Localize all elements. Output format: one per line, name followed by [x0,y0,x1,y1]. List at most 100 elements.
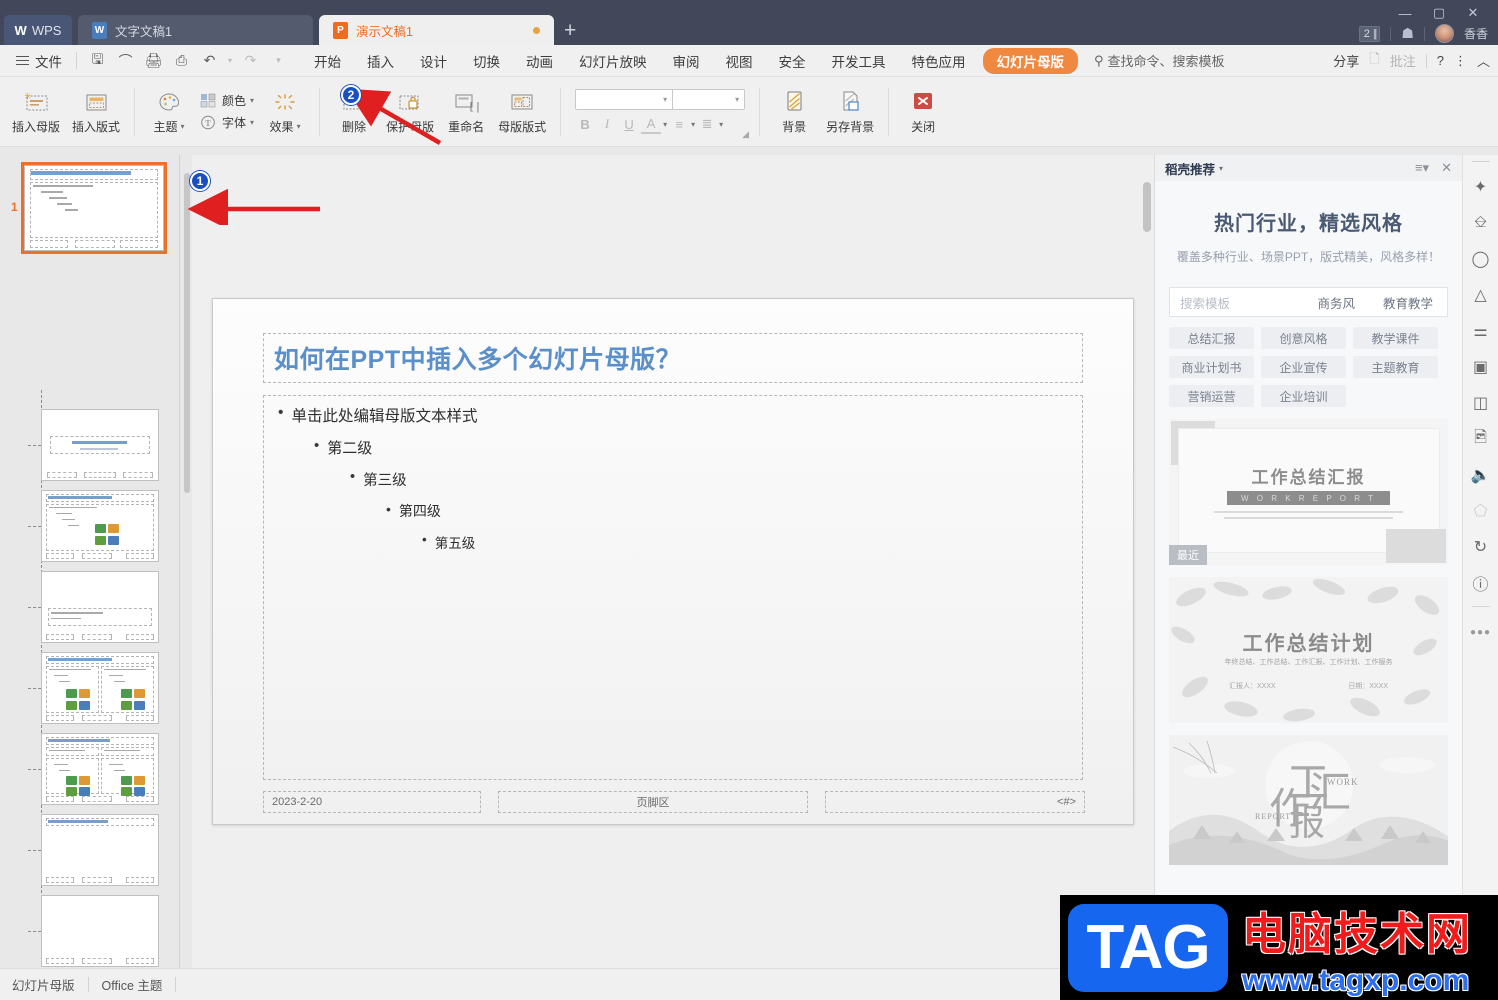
editor-vertical-scrollbar[interactable] [1143,160,1151,963]
date-placeholder[interactable]: 2023-2-20 [263,791,481,813]
undo-icon[interactable]: ↶ [197,49,222,73]
thumbnail-item-layout-section[interactable] [28,571,159,643]
chip-business-plan[interactable]: 商业计划书 [1169,356,1254,378]
footer-placeholder[interactable]: 页脚区 [498,791,808,813]
slide-thumbnail-pane[interactable]: 1 [0,155,180,968]
pane-splitter[interactable] [180,155,192,968]
numbered-list-icon[interactable]: ≣ [697,114,717,134]
thumbnail-item-layout-two-content[interactable] [28,652,159,724]
title-placeholder[interactable]: 如何在PPT中插入多个幻灯片母版？ [263,333,1083,383]
tab-slide-master[interactable]: 幻灯片母版 [982,47,1078,74]
thumbnail-item-master[interactable] [21,162,167,254]
tab-insert[interactable]: 插入 [354,48,407,74]
theme-button[interactable]: 主题 ▾ [143,87,195,137]
master-layout-button[interactable]: 母版版式 [492,87,552,137]
user-avatar[interactable] [1434,24,1454,43]
layout-thumbnail-two-content[interactable] [41,652,159,724]
save-icon[interactable]: 🖫 [85,49,110,73]
docer-recommend-panel[interactable]: 稻壳推荐 ▾ ≡▾ ✕ 热门行业，精选风格 覆盖多种行业、场景PPT，版式精美，… [1154,155,1462,968]
template-card-work-summary-report[interactable]: 工作总结汇报 W O R K R E P O R T 最近 [1169,419,1448,565]
layout-thumbnail-blank[interactable] [41,895,159,967]
template-search-box[interactable]: 搜索模板 商务风 教育教学 [1169,287,1448,317]
bullet-level-5[interactable]: • 第五级 [422,532,1068,552]
tab-animation[interactable]: 动画 [513,48,566,74]
file-menu-button[interactable]: 文件 [10,51,68,71]
slide-master-thumbnail[interactable] [21,162,167,254]
bullet-list-icon[interactable]: ≡ [669,114,689,134]
shape-circle-icon[interactable]: ◯ [1466,242,1496,276]
redo-icon[interactable]: ↷ [238,49,263,73]
more-dots-icon[interactable]: ●●● [1466,615,1496,649]
slide-number-placeholder[interactable]: <#> [825,791,1085,813]
keyword-education[interactable]: 教育教学 [1369,293,1447,312]
theme-name-label[interactable]: Office 主题 [102,975,163,994]
slide-canvas[interactable]: 如何在PPT中插入多个幻灯片母版？ • 单击此处编辑母版文本样式 • 第二级 •… [212,298,1134,825]
tab-featured-apps[interactable]: 特色应用 [899,48,979,74]
tab-security[interactable]: 安全 [766,48,819,74]
gallery-icon[interactable]: ▣ [1466,350,1496,384]
insert-layout-button[interactable]: 插入版式 [66,87,126,137]
insert-master-button[interactable]: ✳ 插入母版 [6,87,66,137]
tab-view[interactable]: 视图 [713,48,766,74]
tab-design[interactable]: 设计 [407,48,460,74]
skin-theme-icon[interactable]: ☗ [1401,25,1414,42]
bullet-level-2[interactable]: • 第二级 [314,437,1068,458]
tab-review[interactable]: 审阅 [660,48,713,74]
share-button[interactable]: 分享 [1333,51,1359,70]
protect-master-button[interactable]: 保护母版 [380,87,440,137]
layout-thumbnail-title-only[interactable] [41,814,159,886]
chevron-down-icon[interactable]: ▾ [1219,164,1223,173]
tab-start[interactable]: 开始 [301,48,354,74]
template-search-input[interactable]: 搜索模板 [1170,293,1303,312]
splitter-scrollbar-thumb[interactable] [184,173,190,493]
close-window-button[interactable]: ✕ [1456,2,1490,24]
tab-transition[interactable]: 切换 [460,48,513,74]
help-button[interactable]: ? [1437,53,1444,68]
fonts-button[interactable]: T 字体 ▾ [195,112,259,133]
tab-developer-tools[interactable]: 开发工具 [819,48,899,74]
font-size-select[interactable]: ▾ [673,89,746,110]
thumbnail-item-layout-blank[interactable] [28,895,159,967]
current-view-label[interactable]: 幻灯片母版 [12,975,75,994]
background-button[interactable]: 背景 [768,87,820,137]
font-color-button[interactable]: A [641,114,662,134]
bullet-level-1[interactable]: • 单击此处编辑母版文本样式 [278,404,1068,426]
document-tab-presentation[interactable]: P 演示文稿1 [319,15,554,45]
thumbnail-item-layout-title[interactable] [28,409,159,481]
chip-thematic-education[interactable]: 主题教育 [1353,356,1438,378]
comment-button[interactable]: 批注 [1390,51,1416,70]
chip-corporate-promo[interactable]: 企业宣传 [1261,356,1346,378]
tab-slideshow[interactable]: 幻灯片放映 [566,48,660,74]
list-menu-icon[interactable]: ≡▾ [1415,160,1429,176]
thumbnail-item-layout-title-only[interactable] [28,814,159,886]
customize-toolbar-icon[interactable]: ▾ [266,49,291,73]
chip-creative-style[interactable]: 创意风格 [1261,327,1346,349]
wps-home-button[interactable]: W WPS [4,15,72,45]
bold-button[interactable]: B [575,114,595,134]
thumbnail-item-layout-content[interactable] [28,490,159,562]
layout-thumbnail-title-content[interactable] [41,490,159,562]
colors-button[interactable]: 颜色 ▾ [195,90,259,111]
magic-star-icon[interactable]: ✦ [1466,170,1496,204]
chip-corporate-training[interactable]: 企业培训 [1261,385,1346,407]
sliders-icon[interactable]: ⚌ [1466,314,1496,348]
rename-button[interactable]: [|] 重命名 [440,87,492,137]
window-count-badge[interactable]: 2 ||| [1358,25,1381,42]
layout-thumbnail-title[interactable] [41,409,159,481]
font-family-select[interactable]: ▾ [575,89,674,110]
help-circle-icon[interactable]: ⓘ [1466,566,1496,600]
layout-thumbnail-comparison[interactable] [41,733,159,805]
search-command-box[interactable]: ⚲ 查找命令、搜索模板 [1094,51,1225,70]
image-icon[interactable]: 🖻 [1466,422,1496,456]
keyword-business[interactable]: 商务风 [1303,293,1369,312]
close-icon[interactable]: ✕ [1441,160,1452,176]
collapse-ribbon-button[interactable]: ︿ [1477,51,1490,70]
minimize-button[interactable]: — [1388,2,1422,24]
shape-swap-icon[interactable]: ⎒ [1466,206,1496,240]
comment-icon[interactable]: 🗋 [1369,50,1379,72]
scrollbar-thumb[interactable] [1143,182,1151,232]
print-icon[interactable]: 🖨 [141,49,166,73]
history-icon[interactable]: ↻ [1466,530,1496,564]
user-name-label[interactable]: 香香 [1464,25,1488,42]
template-card-work-report[interactable]: 工 作 汇 报 WORK REPORT [1169,735,1448,865]
